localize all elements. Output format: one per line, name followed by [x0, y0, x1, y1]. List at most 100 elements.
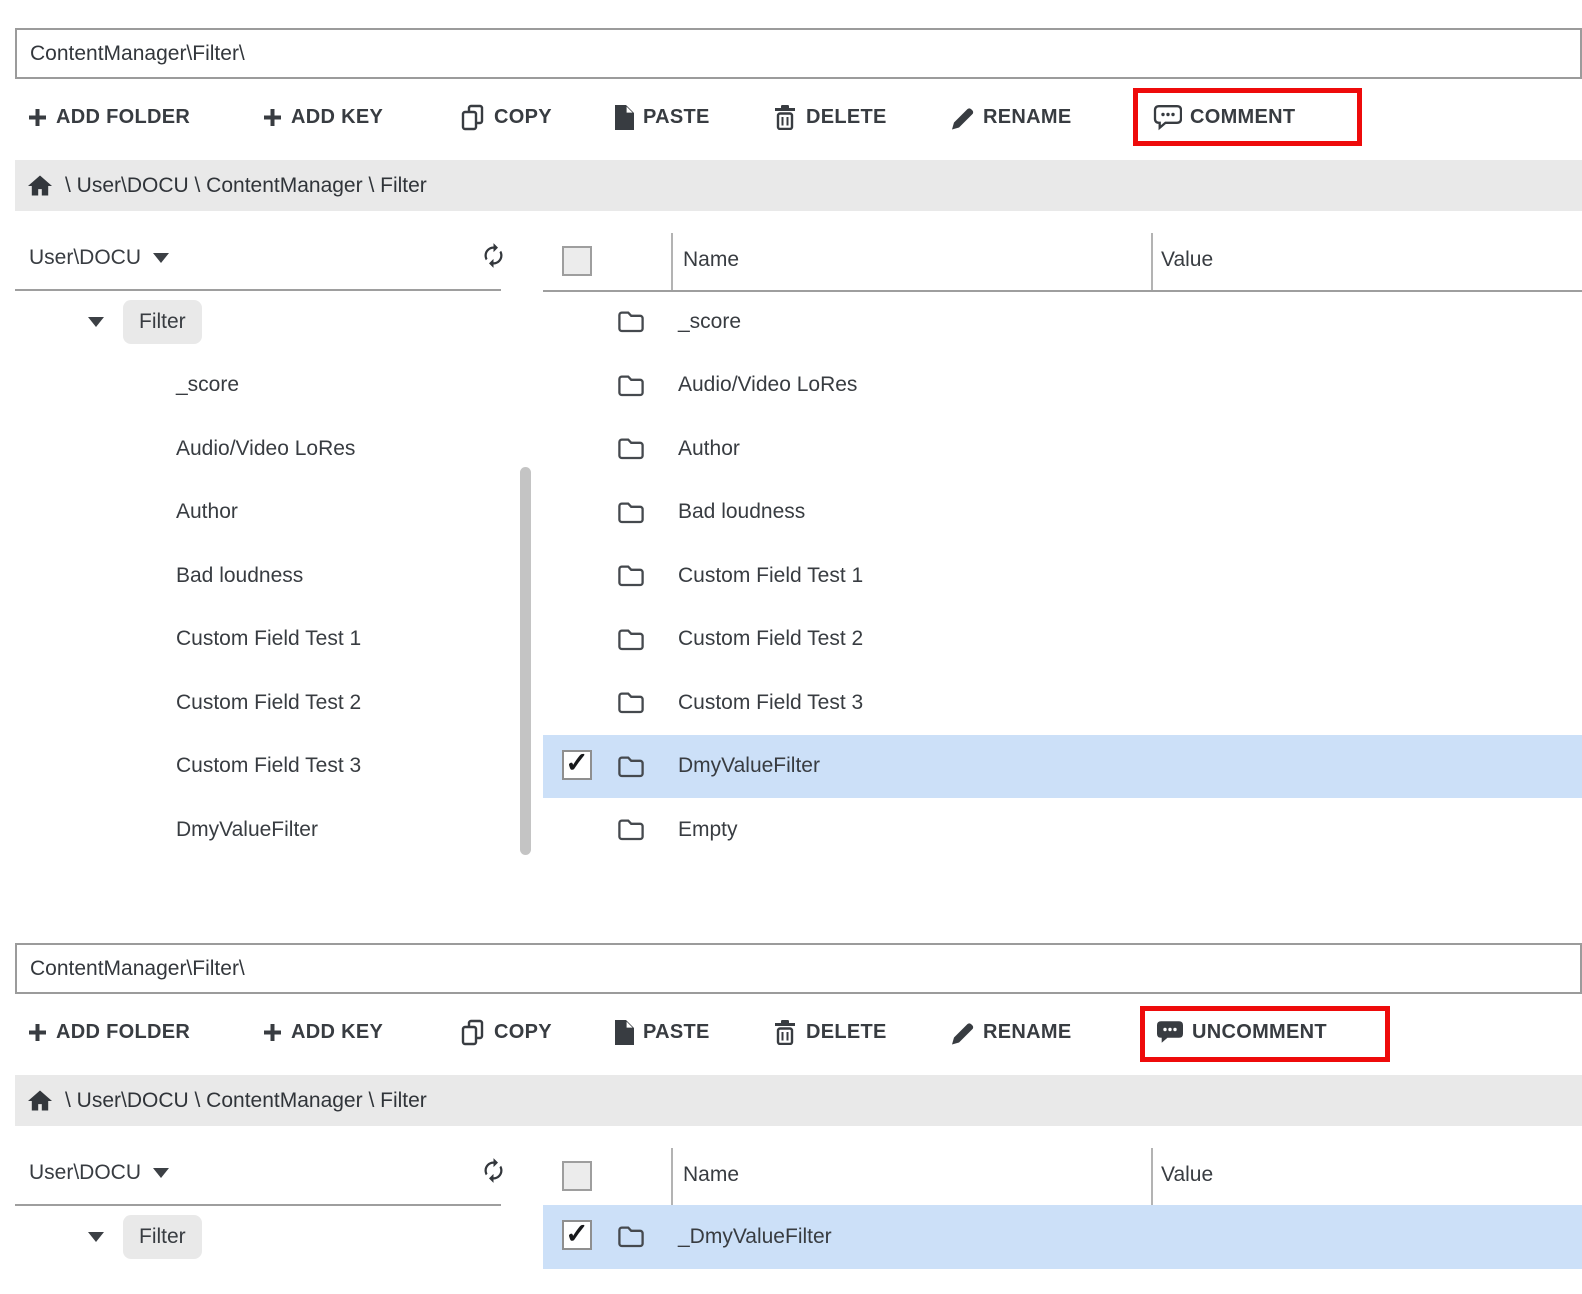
- table-row[interactable]: Custom Field Test 1: [543, 544, 1582, 608]
- tree: Filter _score Audio/Video LoRes Author B…: [0, 290, 500, 862]
- copy-button[interactable]: COPY: [460, 1007, 552, 1057]
- folder-icon: [617, 754, 645, 778]
- row-checkbox-checked[interactable]: [562, 750, 592, 780]
- select-all-checkbox[interactable]: [562, 246, 592, 276]
- delete-label: DELETE: [806, 106, 887, 129]
- copy-icon: [460, 1019, 486, 1046]
- chevron-down-icon[interactable]: [88, 1232, 104, 1242]
- paste-icon: [612, 1019, 635, 1046]
- table-row-selected[interactable]: DmyValueFilter: [543, 735, 1582, 799]
- tree-node[interactable]: Audio/Video LoRes: [0, 417, 500, 481]
- column-header-value[interactable]: Value: [1161, 1163, 1213, 1187]
- column-header-name[interactable]: Name: [683, 1163, 739, 1187]
- trash-icon: [772, 104, 798, 130]
- tree-node[interactable]: DmyValueFilter: [0, 798, 500, 862]
- tree-node[interactable]: _score: [0, 354, 500, 418]
- paste-icon: [612, 104, 635, 131]
- delete-button[interactable]: DELETE: [772, 1007, 887, 1057]
- refresh-button[interactable]: [478, 1157, 508, 1187]
- refresh-button[interactable]: [478, 242, 508, 272]
- column-divider: [671, 1148, 673, 1205]
- registry-panel-uncomment: ADD FOLDER ADD KEY COPY PASTE DELETE REN…: [0, 915, 1582, 1294]
- row-name: Custom Field Test 3: [678, 691, 863, 715]
- paste-label: PASTE: [643, 1021, 710, 1044]
- row-name: Custom Field Test 2: [678, 627, 863, 651]
- add-folder-label: ADD FOLDER: [56, 1021, 190, 1044]
- tree-node[interactable]: Custom Field Test 1: [0, 608, 500, 672]
- add-folder-button[interactable]: ADD FOLDER: [27, 92, 190, 142]
- folder-icon: [617, 436, 645, 460]
- tree-node-label[interactable]: Audio/Video LoRes: [176, 437, 355, 461]
- delete-button[interactable]: DELETE: [772, 92, 887, 142]
- plus-icon: [262, 1022, 283, 1043]
- plus-icon: [27, 1022, 48, 1043]
- table-row[interactable]: Custom Field Test 2: [543, 608, 1582, 672]
- table-row[interactable]: Custom Field Test 3: [543, 671, 1582, 735]
- add-folder-button[interactable]: ADD FOLDER: [27, 1007, 190, 1057]
- rename-button[interactable]: RENAME: [950, 92, 1071, 142]
- chevron-down-icon: [153, 1168, 169, 1178]
- folder-icon: [617, 817, 645, 841]
- breadcrumb-path: \ User\DOCU \ ContentManager \ Filter: [65, 1089, 427, 1113]
- row-name: Audio/Video LoRes: [678, 373, 857, 397]
- table-row[interactable]: Bad loudness: [543, 481, 1582, 545]
- folder-icon: [617, 563, 645, 587]
- column-header-name[interactable]: Name: [683, 248, 739, 272]
- folder-icon: [617, 627, 645, 651]
- paste-label: PASTE: [643, 106, 710, 129]
- tree-node-filter[interactable]: Filter: [0, 1205, 500, 1269]
- column-divider: [1151, 233, 1153, 290]
- tree-node[interactable]: Bad loudness: [0, 544, 500, 608]
- path-input[interactable]: [15, 28, 1582, 79]
- add-key-button[interactable]: ADD KEY: [262, 1007, 383, 1057]
- table-row[interactable]: Empty: [543, 798, 1582, 862]
- tree-node[interactable]: Custom Field Test 3: [0, 735, 500, 799]
- paste-button[interactable]: PASTE: [612, 92, 710, 142]
- tree-root-dropdown[interactable]: User\DOCU: [29, 238, 169, 278]
- table-body: _DmyValueFilter: [543, 1205, 1582, 1269]
- plus-icon: [27, 107, 48, 128]
- tree-root-label: User\DOCU: [29, 1161, 141, 1185]
- refresh-icon: [480, 242, 507, 269]
- tree-node[interactable]: Author: [0, 481, 500, 545]
- tree-node-label[interactable]: Custom Field Test 3: [176, 754, 361, 778]
- breadcrumb[interactable]: \ User\DOCU \ ContentManager \ Filter: [15, 160, 1582, 211]
- tree-node-label[interactable]: Bad loudness: [176, 564, 303, 588]
- chevron-down-icon[interactable]: [88, 317, 104, 327]
- home-icon: [27, 174, 53, 198]
- tree-node-selected-label[interactable]: Filter: [123, 1215, 202, 1259]
- tree-node-label[interactable]: Author: [176, 500, 238, 524]
- table-row[interactable]: Audio/Video LoRes: [543, 354, 1582, 418]
- table-row[interactable]: _score: [543, 290, 1582, 354]
- tree-node-label[interactable]: _score: [176, 373, 239, 397]
- tree-node-selected-label[interactable]: Filter: [123, 300, 202, 344]
- breadcrumb[interactable]: \ User\DOCU \ ContentManager \ Filter: [15, 1075, 1582, 1126]
- row-name: Custom Field Test 1: [678, 564, 863, 588]
- tree-node-label[interactable]: Custom Field Test 2: [176, 691, 361, 715]
- tree-scrollbar[interactable]: [520, 467, 531, 855]
- path-input[interactable]: [15, 943, 1582, 994]
- table-row-selected[interactable]: _DmyValueFilter: [543, 1205, 1582, 1269]
- tree-node-label[interactable]: Custom Field Test 1: [176, 627, 361, 651]
- table-row[interactable]: Author: [543, 417, 1582, 481]
- row-name: Bad loudness: [678, 500, 805, 524]
- tree-root-label: User\DOCU: [29, 246, 141, 270]
- paste-button[interactable]: PASTE: [612, 1007, 710, 1057]
- folder-icon: [617, 1224, 645, 1248]
- folder-icon: [617, 690, 645, 714]
- tree-node-filter[interactable]: Filter: [0, 290, 500, 354]
- red-highlight-box: [1140, 1006, 1390, 1062]
- breadcrumb-path: \ User\DOCU \ ContentManager \ Filter: [65, 174, 427, 198]
- row-checkbox-checked[interactable]: [562, 1220, 592, 1250]
- pencil-icon: [950, 105, 975, 130]
- tree-root-dropdown[interactable]: User\DOCU: [29, 1153, 169, 1193]
- rename-button[interactable]: RENAME: [950, 1007, 1071, 1057]
- column-header-value[interactable]: Value: [1161, 248, 1213, 272]
- add-key-button[interactable]: ADD KEY: [262, 92, 383, 142]
- rename-label: RENAME: [983, 106, 1071, 129]
- tree-node[interactable]: Custom Field Test 2: [0, 671, 500, 735]
- tree-node-label[interactable]: DmyValueFilter: [176, 818, 318, 842]
- copy-button[interactable]: COPY: [460, 92, 552, 142]
- table-body: _score Audio/Video LoRes Author Bad loud…: [543, 290, 1582, 862]
- select-all-checkbox[interactable]: [562, 1161, 592, 1191]
